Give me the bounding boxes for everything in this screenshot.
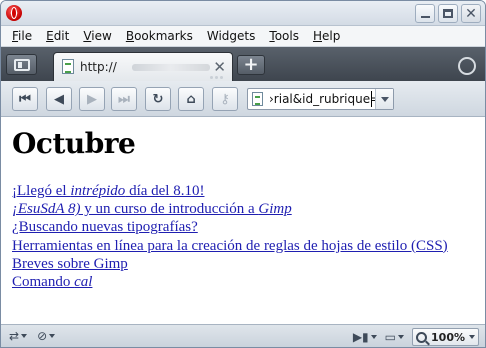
home-icon: ⌂	[186, 91, 196, 107]
article-links: ¡Llegó el intrépido día del 8.10! ¡EsuSd…	[12, 182, 474, 291]
menu-edit-accel: E	[46, 28, 54, 43]
link-part: Herramientas en línea para la creación d…	[12, 237, 448, 254]
zoom-dropdown-icon	[469, 335, 475, 339]
wand-icon: ⚷	[220, 91, 230, 107]
menu-bookmarks-accel: B	[125, 28, 135, 43]
presentation-mode-button[interactable]: ▶▮	[353, 330, 377, 344]
panel-icon	[14, 59, 30, 71]
link-tipografias[interactable]: ¿Buscando nuevas tipografías?	[12, 218, 474, 236]
link-esusda[interactable]: ¡EsuSdA 8) y un curso de introducción a …	[12, 200, 474, 218]
link-intrepido[interactable]: ¡Llegó el intrépido día del 8.10!	[12, 182, 474, 200]
menu-edit[interactable]: Edit	[39, 27, 76, 46]
menu-help[interactable]: Help	[306, 27, 347, 46]
maximize-icon	[443, 9, 453, 18]
wand-button[interactable]: ⚷	[212, 87, 238, 111]
address-page-icon	[252, 92, 263, 106]
block-icon: ⊘	[37, 329, 48, 343]
menu-widgets-label: Widgets	[206, 28, 256, 43]
content-block-button[interactable]: ⊘	[37, 329, 56, 343]
zoom-control[interactable]: 100%	[412, 328, 479, 346]
status-bar: ⇄ ⊘ ▶▮ ▭ 100%	[1, 324, 485, 347]
link-part: Breves sobre Gimp	[12, 255, 128, 272]
sync-icon: ⇄	[9, 329, 20, 343]
menu-widgets[interactable]: Widgets	[200, 27, 263, 46]
tab-close-icon[interactable]: ✕	[213, 58, 226, 76]
closed-tabs-button[interactable]	[455, 55, 479, 77]
link-part: intrépido	[70, 183, 126, 199]
reload-button[interactable]: ↻	[145, 87, 171, 111]
text-caret	[371, 91, 372, 107]
minimize-button[interactable]	[415, 4, 435, 23]
opera-logo-icon[interactable]	[6, 5, 22, 21]
status-left: ⇄ ⊘	[9, 329, 56, 343]
link-part: Comando	[12, 274, 75, 291]
page-content: Octubre ¡Llegó el intrépido día del 8.10…	[1, 118, 485, 324]
minimize-icon	[420, 16, 430, 18]
link-part: y un curso de introducción a	[80, 201, 259, 218]
menu-bar: File Edit View Bookmarks Widgets Tools H…	[1, 26, 485, 47]
window-controls: ✕	[415, 4, 481, 23]
rewind-button[interactable]: ⏮	[12, 87, 38, 111]
link-part: ¿Buscando nuevas tipografías?	[12, 219, 198, 236]
page-heading: Octubre	[12, 127, 136, 160]
address-dropdown-button[interactable]	[375, 89, 393, 109]
sync-menu-button[interactable]: ⇄	[9, 329, 28, 343]
close-icon: ✕	[465, 5, 477, 22]
trash-circle-icon	[458, 57, 476, 75]
magnifier-icon	[416, 331, 428, 343]
menu-bookmarks[interactable]: Bookmarks	[119, 27, 200, 46]
reload-icon: ↻	[152, 91, 164, 107]
menu-help-accel: H	[312, 28, 322, 43]
status-right: ▶▮ ▭ 100%	[353, 328, 479, 346]
fast-forward-icon: ⏭	[118, 91, 130, 107]
image-icon: ▭	[384, 330, 397, 344]
zoom-level: 100%	[431, 330, 465, 344]
navigation-toolbar: ⏮ ◀ ▶ ⏭ ↻ ⌂ ⚷ ›rial&id_rubrique=7	[1, 81, 485, 117]
link-comando-cal[interactable]: Comando cal	[12, 273, 474, 291]
panel-toggle-button[interactable]	[6, 54, 37, 75]
presentation-icon: ▶▮	[352, 330, 369, 344]
link-herramientas-css[interactable]: Herramientas en línea para la creación d…	[12, 237, 474, 255]
title-bar: ✕	[1, 1, 485, 26]
close-button[interactable]: ✕	[461, 4, 481, 23]
forward-button[interactable]: ▶	[79, 87, 105, 111]
browser-window: ✕ File Edit View Bookmarks Widgets Tools…	[0, 0, 486, 348]
menu-help-label: elp	[322, 28, 341, 43]
rewind-icon: ⏮	[19, 91, 31, 107]
link-part: Gimp	[258, 201, 292, 218]
menu-view-label: iew	[91, 28, 112, 43]
tab-bar: http:// ✕ +	[1, 47, 485, 81]
menu-edit-label: dit	[53, 28, 70, 43]
view-images-button[interactable]: ▭	[384, 330, 405, 344]
plus-icon: +	[243, 54, 259, 75]
menu-view[interactable]: View	[76, 27, 118, 46]
maximize-button[interactable]	[438, 4, 458, 23]
menu-file-label: ile	[18, 28, 33, 43]
menu-bookmarks-label: ookmarks	[134, 28, 193, 43]
link-breves-gimp[interactable]: Breves sobre Gimp	[12, 255, 474, 273]
tab-grip[interactable]	[210, 76, 223, 79]
fast-forward-button[interactable]: ⏭	[111, 87, 137, 111]
back-icon: ◀	[54, 91, 64, 107]
tab-title-redacted	[132, 64, 210, 71]
forward-icon: ▶	[87, 91, 97, 107]
menu-file[interactable]: File	[5, 27, 39, 46]
page-icon	[62, 59, 74, 74]
address-field[interactable]: ›rial&id_rubrique=7	[247, 88, 394, 110]
menu-tools[interactable]: Tools	[262, 27, 306, 46]
home-button[interactable]: ⌂	[178, 87, 204, 111]
new-tab-button[interactable]: +	[237, 55, 265, 75]
tab-active[interactable]: http:// ✕	[53, 52, 233, 81]
menu-tools-label: ools	[274, 28, 299, 43]
address-text: ›rial&id_rubrique=7	[269, 92, 388, 106]
tab-title: http://	[80, 60, 117, 74]
link-part: día del 8.10!	[125, 183, 205, 199]
link-part: ¡Llegó el	[12, 183, 71, 199]
link-part: ¡EsuSdA 8)	[12, 201, 81, 218]
link-part: cal	[74, 274, 93, 291]
back-button[interactable]: ◀	[46, 87, 72, 111]
